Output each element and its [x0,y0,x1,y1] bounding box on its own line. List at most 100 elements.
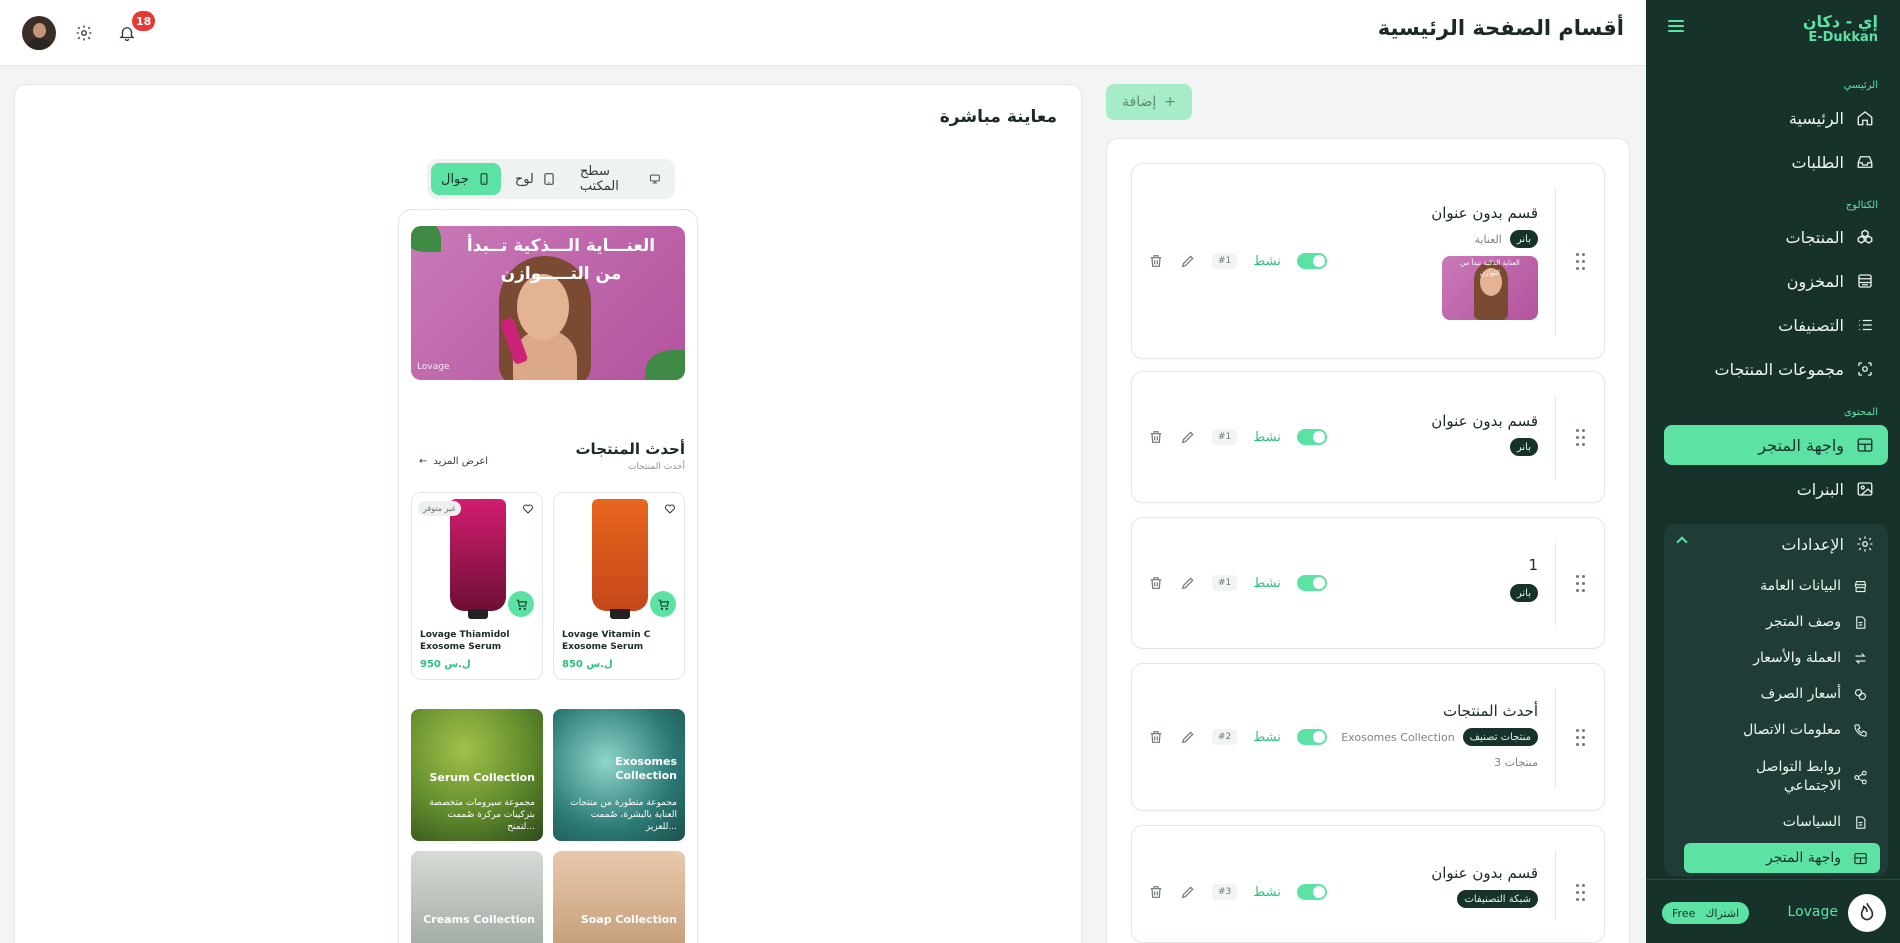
section-order-badge: #1 [1212,575,1238,591]
drag-handle-icon[interactable] [1576,429,1586,447]
plan-badge[interactable]: Free اشتراك [1662,902,1750,924]
active-toggle[interactable] [1296,253,1327,269]
collection-tile[interactable]: Soap Collection [553,851,685,943]
collection-tile[interactable]: Serum Collection مجموعة سيرومات متخصصة ب… [411,709,543,841]
cart-icon [516,599,527,610]
store-logo[interactable] [1848,894,1886,932]
sidebar-item-label: الرئيسية [1788,108,1844,128]
pencil-icon [1181,886,1194,899]
device-desktop-button[interactable]: سطح المكتب [570,163,671,195]
menu-toggle-icon[interactable] [1668,20,1684,34]
settings-item-label: البيانات العامة [1760,578,1841,594]
brand-logo[interactable]: إي - دكان E-Dukkan [1803,14,1878,46]
edit-button[interactable] [1180,429,1196,445]
section-title: 1 [1528,556,1538,574]
settings-item-label: أسعار الصرف [1760,686,1841,702]
settings-item-social[interactable]: روابط التواصل الاجتماعي [1684,753,1880,801]
add-to-cart-button[interactable] [650,591,676,617]
device-label: جوال [441,171,469,187]
status-label: نشط [1253,729,1281,745]
section-thumbnail: العناية الذكية تبدأ من التوازن [1442,256,1538,320]
coins-icon [1854,688,1867,700]
sidebar-item-storefront[interactable]: واجهة المتجر [1664,425,1888,465]
page-title: أقسام الصفحة الرئيسية [1377,16,1624,40]
product-card[interactable]: غير متوفر Lovage Thiamidol Exosome Serum… [411,492,543,680]
heart-icon[interactable] [664,503,676,515]
sidebar-item-collections[interactable]: مجموعات المنتجات [1664,351,1888,387]
section-product-count: 3 منتجات [1494,756,1538,769]
section-card[interactable]: قسم بدون عنوان شبكة التصنيفات #3 نشط [1131,825,1605,943]
collection-name: Creams Collection [423,913,535,926]
sidebar-item-label: واجهة المتجر [1758,435,1844,455]
out-of-stock-badge: غير متوفر [418,501,461,516]
sidebar-item-products[interactable]: المنتجات [1664,219,1888,255]
trash-icon [1150,577,1162,589]
product-price: 950 ل.س [420,659,471,670]
heart-icon[interactable] [522,503,534,515]
drag-handle-icon[interactable] [1576,884,1586,902]
top-bar: أقسام الصفحة الرئيسية 18 [0,0,1646,66]
settings-item-currency[interactable]: العملة والأسعار [1684,643,1880,673]
add-to-cart-button[interactable] [508,591,534,617]
add-section-button[interactable]: + إضافة [1106,84,1192,120]
drag-handle-icon[interactable] [1576,253,1586,271]
section-card[interactable]: 1 بانر #1 نشط [1131,517,1605,649]
active-toggle[interactable] [1296,729,1327,745]
active-toggle[interactable] [1296,575,1327,591]
sidebar-item-home[interactable]: الرئيسية [1664,100,1888,136]
delete-button[interactable] [1148,729,1164,745]
active-toggle[interactable] [1296,884,1327,900]
scan-icon [1858,362,1872,376]
device-label: سطح المكتب [579,164,619,194]
edit-button[interactable] [1180,575,1196,591]
edit-button[interactable] [1180,884,1196,900]
store-icon [1854,580,1867,592]
edit-button[interactable] [1180,253,1196,269]
mobile-preview-frame: العنـــاية الـــذكية تــبدأ من التـــــو… [398,209,698,943]
delete-button[interactable] [1148,253,1164,269]
settings-button[interactable] [75,24,93,42]
trash-icon [1150,255,1162,267]
sidebar-item-orders[interactable]: الطلبات [1664,144,1888,180]
device-tablet-button[interactable]: لوح [505,163,566,195]
settings-item-exchange[interactable]: أسعار الصرف [1684,679,1880,709]
edit-button[interactable] [1180,729,1196,745]
active-toggle[interactable] [1296,429,1327,445]
file-icon [1856,615,1866,629]
collection-tile[interactable]: Creams Collection [411,851,543,943]
delete-button[interactable] [1148,575,1164,591]
drag-handle-icon[interactable] [1576,575,1586,593]
section-order-badge: #3 [1212,884,1238,900]
section-card[interactable]: قسم بدون عنوان بانر #1 نشط [1131,371,1605,503]
collection-tile[interactable]: Exosomes Collection مجموعة متطورة من منت… [553,709,685,841]
delete-button[interactable] [1148,884,1164,900]
hero-banner[interactable]: العنـــاية الـــذكية تــبدأ من التـــــو… [411,226,685,380]
section-source: العناية [1474,232,1502,246]
brand-name-arabic: إي - دكان [1802,12,1878,31]
section-meta: شبكة التصنيفات [1457,890,1538,908]
section-meta: بانر [1509,584,1538,602]
sidebar-item-banners[interactable]: البنرات [1664,471,1888,507]
settings-label: الإعدادات [1781,534,1844,554]
view-more-link[interactable]: ← اعرض المزيد [419,456,488,467]
device-mobile-button[interactable]: جوال [431,163,501,195]
avatar[interactable] [22,16,56,50]
delete-button[interactable] [1148,429,1164,445]
sidebar-item-inventory[interactable]: المخزون [1664,263,1888,299]
section-card[interactable]: قسم بدون عنوان بانر العناية العناية الذك… [1131,163,1605,359]
settings-item-storefront[interactable]: واجهة المتجر [1684,843,1880,873]
section-card[interactable]: أحدث المنتجات منتجات تصنيف Exosomes Coll… [1131,663,1605,811]
collection-name: Soap Collection [580,913,677,926]
settings-item-general[interactable]: البيانات العامة [1684,571,1880,601]
section-order-badge: #1 [1212,253,1238,269]
sidebar-item-label: المخزون [1786,271,1844,291]
product-card[interactable]: Lovage Vitamin C Exosome Serum 850 ل.س [553,492,685,680]
settings-item-label: العملة والأسعار [1753,650,1841,666]
drag-handle-icon[interactable] [1576,729,1586,747]
sidebar-item-categories[interactable]: التصنيفات [1664,307,1888,343]
sidebar-item-label: التصنيفات [1778,315,1844,335]
settings-item-contact[interactable]: معلومات الاتصال [1684,715,1880,745]
settings-item-policies[interactable]: السياسات [1684,807,1880,837]
settings-item-description[interactable]: وصف المتجر [1684,607,1880,637]
settings-toggle[interactable]: الإعدادات [1664,524,1888,564]
